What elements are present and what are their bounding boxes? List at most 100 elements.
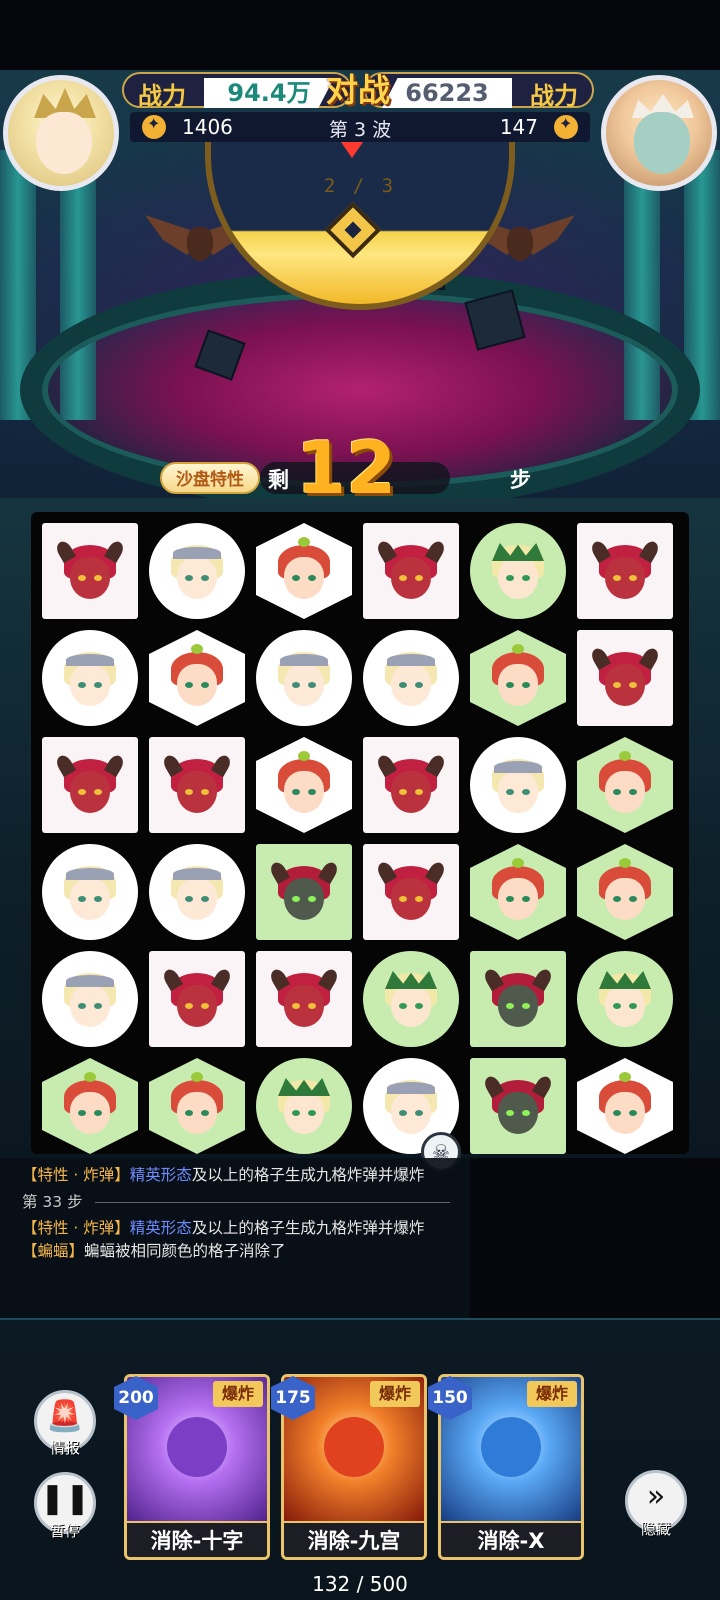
demon-character-icon [588,644,662,712]
board-tile[interactable] [250,624,358,732]
board-tile[interactable] [143,624,251,732]
board-tile[interactable] [571,731,679,839]
demon-character-icon [160,751,234,819]
board-tile[interactable] [357,945,465,1053]
orc-character-icon [481,1072,555,1140]
remaining-suffix: 步 [510,468,531,492]
red-character-icon [163,1072,231,1140]
board-tile[interactable] [250,731,358,839]
vs-label: 对战 [325,71,390,109]
blonde-character-icon [163,537,231,605]
board-tile[interactable] [143,1052,251,1160]
match-board [31,512,689,1154]
remaining-steps: 剩 12 步 [260,428,531,508]
board-tile[interactable] [357,838,465,946]
skull-icon [324,1417,384,1477]
board-tile[interactable] [571,838,679,946]
board-tile[interactable] [464,624,572,732]
explode-tag: 爆炸 [527,1381,577,1407]
log-entry: 【蝙蝠】蝙蝠被相同颜色的格子消除了 [22,1242,286,1260]
board-tile[interactable] [357,731,465,839]
board-tile[interactable] [250,945,358,1053]
hide-label: 隐藏 [640,1520,671,1538]
star-icon [554,114,578,139]
enemy-avatar[interactable] [601,75,717,191]
info-label: 情报 [49,1439,80,1457]
board-tile[interactable] [357,517,465,625]
steps-banner: 沙盘特性 剩 12 步 [160,428,531,508]
board-tile[interactable] [143,838,251,946]
remaining-prefix: 剩 [268,468,289,492]
wave-marker-icon [341,142,363,158]
board-tile[interactable] [464,1052,572,1160]
card-name: 消除-十字 [127,1521,267,1557]
blonde-character-icon [377,1072,445,1140]
orc-character-icon [267,858,341,926]
board-tile[interactable] [143,731,251,839]
board-tile[interactable] [571,624,679,732]
skull-icon [167,1417,227,1477]
red-character-icon [163,644,231,712]
explode-tag: 爆炸 [370,1381,420,1407]
red-character-icon [270,537,338,605]
blonde-character-icon [56,965,124,1033]
leaf-character-icon [484,537,552,605]
board-tile[interactable] [464,945,572,1053]
red-character-icon [591,1072,659,1140]
board-tile[interactable] [250,838,358,946]
enemy-score: 147 [499,115,538,139]
siren-icon: 🚨 [46,1399,84,1434]
blonde-character-icon [377,644,445,712]
demon-character-icon [374,858,448,926]
player-avatar[interactable] [3,75,119,191]
demon-character-icon [588,537,662,605]
explode-tag: 爆炸 [213,1381,263,1407]
red-character-icon [56,1072,124,1140]
board-tile[interactable] [143,517,251,625]
board-tile[interactable] [36,517,144,625]
battle-log: 【特性 · 炸弹】精英形态及以上的格子生成九格炸弹并爆炸 第 33 步 【特性 … [0,1158,470,1318]
board-tile[interactable] [571,1052,679,1160]
player-power-label: 战力 [138,82,186,110]
board-tile[interactable] [464,517,572,625]
board-tile[interactable] [250,517,358,625]
card-name: 消除-X [441,1521,581,1557]
double-chevron-right-icon: » [646,1479,666,1514]
log-entry: 【特性 · 炸弹】精英形态及以上的格子生成九格炸弹并爆炸 [22,1219,425,1237]
blonde-character-icon [484,751,552,819]
blonde-character-icon [163,858,231,926]
board-tile[interactable] [357,624,465,732]
demon-character-icon [53,537,127,605]
board-tile[interactable] [143,945,251,1053]
board-tile[interactable] [36,624,144,732]
wave-progress: 2 / 3 [323,175,397,197]
energy-counter: 132 / 500 [312,1572,408,1596]
demon-character-icon [374,537,448,605]
demon-character-icon [53,751,127,819]
leaf-character-icon [377,965,445,1033]
demon-character-icon [267,965,341,1033]
leaf-character-icon [591,965,659,1033]
orc-character-icon [481,965,555,1033]
card-name: 消除-九宫 [284,1521,424,1557]
pause-icon: ❚❚ [39,1481,91,1516]
board-tile[interactable] [36,945,144,1053]
board-tile[interactable] [36,731,144,839]
leaf-character-icon [270,1072,338,1140]
sandbox-trait-button[interactable]: 沙盘特性 [160,462,260,494]
board-tile[interactable] [36,838,144,946]
blonde-character-icon [56,858,124,926]
board-tile[interactable] [250,1052,358,1160]
enemy-power-label: 战力 [530,82,578,110]
log-step-divider: 第 33 步 [22,1187,470,1217]
pause-label: 暂停 [49,1522,80,1540]
board-tile[interactable] [571,945,679,1053]
board-tile[interactable] [464,838,572,946]
board-tile[interactable] [36,1052,144,1160]
remaining-count: 12 [296,426,397,510]
score-bar: 1406 第 3 波 147 [130,112,590,142]
board-tile[interactable] [464,731,572,839]
blonde-character-icon [270,644,338,712]
red-character-icon [484,644,552,712]
board-tile[interactable] [571,517,679,625]
